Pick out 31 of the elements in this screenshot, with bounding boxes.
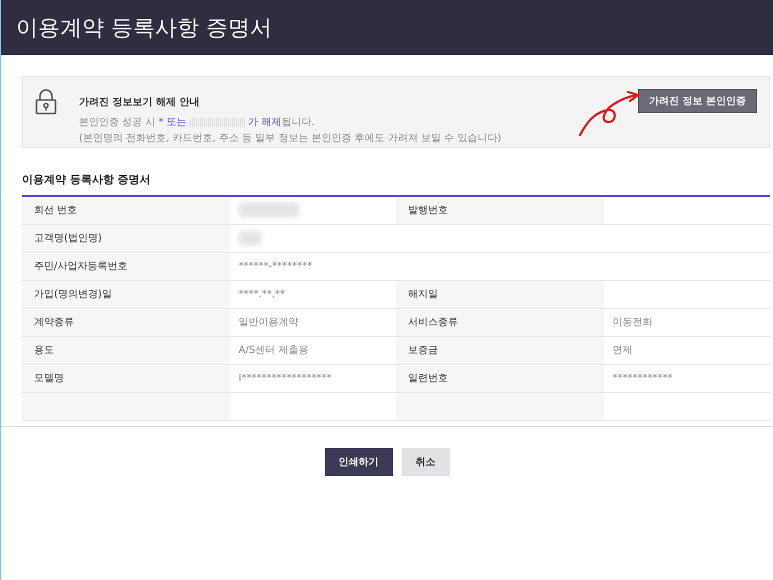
table-cell: 용도 — [22, 336, 230, 364]
section-title: 이용계약 등록사항 증명서 — [22, 172, 152, 187]
blurred-value — [238, 203, 299, 218]
table-cell: 모델명 — [22, 364, 230, 392]
lock-icon — [35, 89, 57, 115]
table-cell: 회선 번호 — [22, 196, 230, 224]
table-cell: 일련번호 — [396, 364, 604, 392]
print-button[interactable]: 인쇄하기 — [324, 448, 392, 476]
table-cell: 계약종류 — [22, 308, 230, 336]
cancel-button[interactable]: 취소 — [402, 448, 450, 476]
table-cell: 해지일 — [396, 280, 604, 308]
table-cell: 고객명(법인명) — [22, 224, 230, 252]
table-cell: ****.**.** — [230, 280, 396, 308]
table-cell: I****************** — [230, 364, 396, 392]
table-cell: ******-******** — [230, 252, 396, 280]
table-cell: 주민/사업자등록번호 — [22, 252, 230, 280]
table-cell: 이동전화 — [604, 308, 770, 336]
table-cell: 가입(명의변경)일 — [22, 280, 230, 308]
table-cell: 발행번호 — [396, 196, 604, 224]
window-title: 이용계약 등록사항 증명서 — [16, 14, 272, 42]
table-cell: 보증금 — [396, 336, 604, 364]
table-cell: 일반이용계약 — [230, 308, 396, 336]
blurred-value — [238, 231, 261, 245]
table-cell: A/S센터 제출용 — [230, 336, 396, 364]
verify-identity-button[interactable]: 가려진 정보 본인인증 — [638, 89, 757, 113]
table-cell: ************ — [604, 364, 770, 392]
table-cell: 면제 — [604, 336, 770, 364]
table-cell: 서비스종류 — [396, 308, 604, 336]
notice-title: 가려진 정보보기 해제 안내 — [79, 96, 200, 109]
notice-text: (본인명의 전화번호, 카드번호, 주소 등 일부 정보는 본인인증 후에도 가려져 보일 수 있습니다) — [79, 132, 502, 145]
notice-text: 본인인증 성공 시 * 또는 가 해제됩니다. — [79, 116, 316, 129]
